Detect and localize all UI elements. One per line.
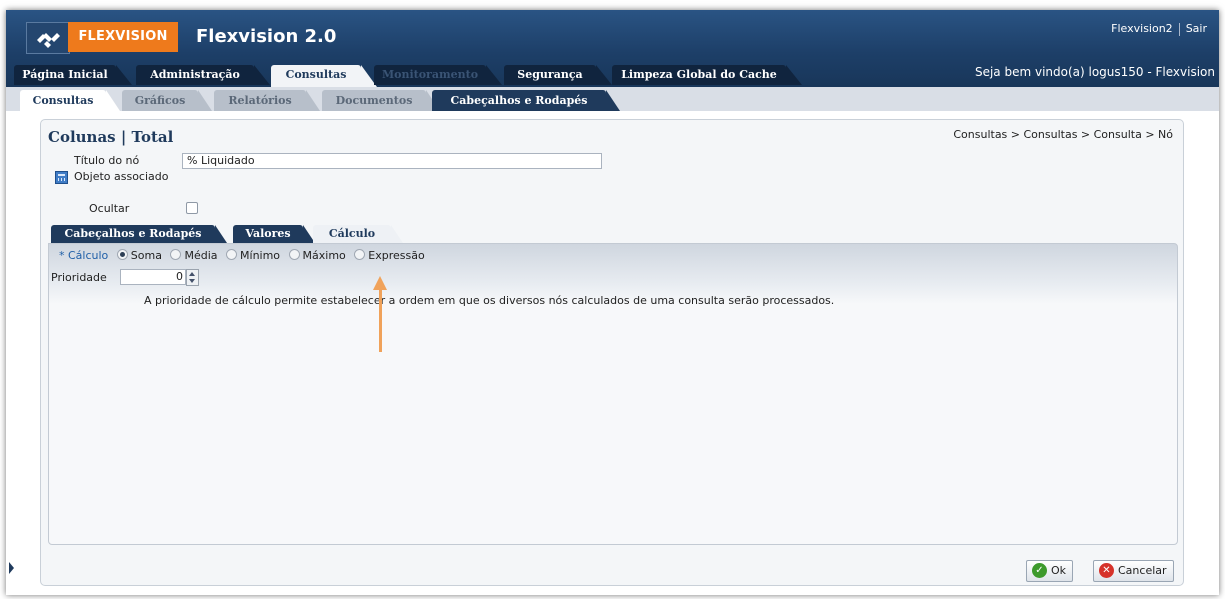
radio-minimo-label: Mínimo: [240, 249, 281, 262]
tab-administracao[interactable]: Administração: [136, 65, 270, 85]
calc-radio-group: * Cálculo Soma Média Mínimo Máximo Expre…: [59, 249, 425, 265]
radio-media[interactable]: [170, 249, 182, 260]
associated-object-label: Objeto associado: [74, 170, 169, 183]
flexvision-logo-icon: [26, 22, 70, 54]
tab-pagina-inicial[interactable]: Página Inicial: [14, 65, 132, 85]
cancel-button-label: Cancelar: [1118, 564, 1167, 577]
hide-checkbox[interactable]: [186, 202, 198, 214]
radio-media-label: Média: [184, 249, 218, 262]
tab-seguranca[interactable]: Segurança: [504, 65, 612, 85]
app-title: Flexvision 2.0: [196, 26, 337, 47]
logo-text: FLEXVISION: [68, 22, 178, 52]
welcome-text: Seja bem vindo(a) logus150 - Flexvision: [974, 65, 1215, 79]
subtab-cabecalhos-rodapes[interactable]: Cabeçalhos e Rodapés: [432, 90, 620, 111]
radio-soma-label: Soma: [130, 249, 162, 262]
hide-label: Ocultar: [89, 202, 130, 215]
node-title-input[interactable]: % Liquidado: [182, 153, 602, 169]
ok-button[interactable]: ✓ Ok: [1026, 560, 1074, 582]
tab-limpeza-global-cache[interactable]: Limpeza Global do Cache: [612, 65, 802, 85]
radio-expressao-label: Expressão: [368, 249, 425, 262]
priority-help-text: A prioridade de cálculo permite estabele…: [144, 294, 835, 307]
breadcrumb: Consultas > Consultas > Consulta > Nó: [953, 128, 1173, 141]
content-area: Colunas | Total Consultas > Consultas > …: [6, 111, 1219, 595]
tab-valores[interactable]: Valores: [233, 225, 315, 243]
stepper-down-icon[interactable]: [189, 279, 195, 283]
radio-expressao[interactable]: [354, 249, 366, 260]
sub-tab-bar: Consultas Gráficos Relatórios Documentos…: [6, 87, 1219, 111]
tab-consultas[interactable]: Consultas: [271, 65, 377, 87]
page-title: Colunas | Total: [48, 128, 174, 146]
priority-label: Prioridade: [51, 271, 107, 284]
required-mark: *: [59, 249, 65, 262]
cancel-button[interactable]: ✕ Cancelar: [1093, 560, 1174, 582]
annotation-arrow-icon: [373, 276, 387, 352]
radio-maximo-label: Máximo: [302, 249, 346, 262]
check-icon: ✓: [1032, 563, 1047, 578]
ok-button-label: Ok: [1051, 564, 1067, 577]
user-link[interactable]: Flexvision2: [1111, 22, 1173, 35]
radio-maximo[interactable]: [288, 249, 300, 260]
header-bar: FLEXVISION Flexvision 2.0 Flexvision2 Sai…: [6, 10, 1219, 88]
calc-label: Cálculo: [68, 249, 109, 262]
radio-minimo[interactable]: [226, 249, 238, 260]
node-title-label: Título do nó: [74, 154, 140, 167]
subtab-consultas[interactable]: Consultas: [20, 90, 120, 111]
subtab-graficos[interactable]: Gráficos: [122, 90, 212, 111]
user-links: Flexvision2 Sair: [1111, 22, 1207, 36]
tab-monitoramento: Monitoramento: [374, 65, 502, 85]
tab-calculo[interactable]: Cálculo: [313, 225, 403, 243]
close-icon: ✕: [1099, 563, 1114, 578]
radio-soma[interactable]: [116, 249, 128, 260]
app-window: FLEXVISION Flexvision 2.0 Flexvision2 Sai…: [6, 10, 1219, 595]
table-object-icon[interactable]: [55, 171, 68, 184]
tab-cabecalhos-rodapes[interactable]: Cabeçalhos e Rodapés: [51, 225, 227, 243]
subtab-documentos[interactable]: Documentos: [322, 90, 440, 111]
arrow-shaft: [379, 288, 382, 352]
stepper-up-icon[interactable]: [189, 272, 195, 276]
calc-tab-content: * Cálculo Soma Média Mínimo Máximo Expre…: [48, 243, 1178, 545]
priority-stepper[interactable]: [186, 269, 199, 286]
logout-link[interactable]: Sair: [1186, 22, 1207, 35]
expand-sidebar-handle[interactable]: [6, 558, 16, 578]
node-editor-panel: Colunas | Total Consultas > Consultas > …: [40, 119, 1184, 586]
divider: [1178, 22, 1180, 36]
subtab-relatorios[interactable]: Relatórios: [214, 90, 320, 111]
priority-input[interactable]: 0: [120, 269, 186, 285]
